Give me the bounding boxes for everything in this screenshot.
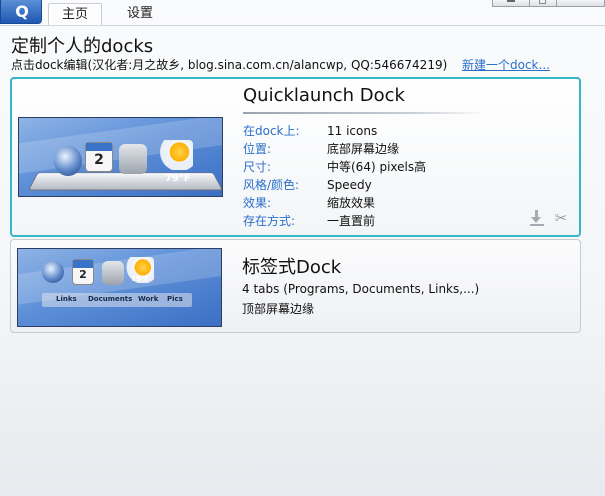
name-divider <box>243 112 486 114</box>
dock-name: 标签式Dock <box>242 257 342 278</box>
prop-key: 效果: <box>243 196 272 210</box>
prop-value: 中等(64) pixels高 <box>327 160 427 174</box>
close-button[interactable] <box>556 0 605 7</box>
app-logo-icon: Q <box>15 2 29 21</box>
finder-icon <box>119 144 147 174</box>
dock-position: 顶部屏幕边缘 <box>242 302 315 316</box>
weather-icon <box>159 140 193 170</box>
prop-key: 风格/颜色: <box>243 178 300 192</box>
dock-tabs-summary: 4 tabs (Programs, Documents, Links,...) <box>242 282 480 296</box>
calendar-icon: 2 <box>72 259 94 285</box>
prop-value: 缩放效果 <box>327 196 376 210</box>
prop-value: Speedy <box>327 178 372 192</box>
mini-tab-label: Links <box>56 295 77 303</box>
dock-card-quicklaunch[interactable]: 2 79°F Quicklaunch Dock 在dock上: 11 icons… <box>10 77 581 237</box>
calendar-day: 2 <box>79 268 87 281</box>
prop-value: 底部屏幕边缘 <box>327 142 400 156</box>
weather-temperature: 79°F <box>165 173 191 184</box>
calendar-icon: 2 <box>85 142 113 172</box>
page-title: 定制个人的docks <box>11 36 154 57</box>
prop-key: 存在方式: <box>243 214 296 228</box>
maximize-icon <box>539 0 546 4</box>
app-menu-button[interactable]: Q <box>0 0 42 24</box>
dock-card-tabbed[interactable]: 2 79°F Links Documents Work Pics 标签式Dock… <box>10 239 581 333</box>
windows-start-icon <box>42 261 64 283</box>
tab-divider <box>0 25 605 26</box>
windows-start-icon <box>54 146 82 176</box>
finder-icon <box>102 261 124 285</box>
minimize-button[interactable] <box>492 0 530 7</box>
mini-tab-label: Documents <box>88 295 133 303</box>
dock-name: Quicklaunch Dock <box>243 85 405 106</box>
page-subtitle: 点击dock编辑(汉化者:月之故乡, blog.sina.com.cn/alan… <box>11 58 448 72</box>
prop-key: 位置: <box>243 142 272 156</box>
download-icon[interactable] <box>528 209 546 227</box>
mini-tab-label: Work <box>138 295 159 303</box>
weather-temperature: 79°F <box>131 275 150 283</box>
tab-home[interactable]: 主页 <box>48 3 102 25</box>
tools-icon[interactable]: ✂ <box>552 209 570 227</box>
maximize-button[interactable] <box>529 0 557 7</box>
prop-key: 尺寸: <box>243 160 272 174</box>
prop-key: 在dock上: <box>243 124 300 138</box>
mini-tab-label: Pics <box>167 295 183 303</box>
prop-value: 一直置前 <box>327 214 376 228</box>
new-dock-link[interactable]: 新建一个dock... <box>462 56 550 73</box>
minimize-icon <box>507 0 515 2</box>
prop-value: 11 icons <box>327 124 378 138</box>
dock-preview-thumbnail: 2 79°F <box>18 117 223 197</box>
dock-shelf <box>27 172 222 191</box>
dock-preview-thumbnail: 2 79°F Links Documents Work Pics <box>17 248 222 327</box>
calendar-day: 2 <box>94 152 104 168</box>
tab-bar: Q 主页 设置 <box>0 0 605 26</box>
tab-settings[interactable]: 设置 <box>112 3 168 25</box>
